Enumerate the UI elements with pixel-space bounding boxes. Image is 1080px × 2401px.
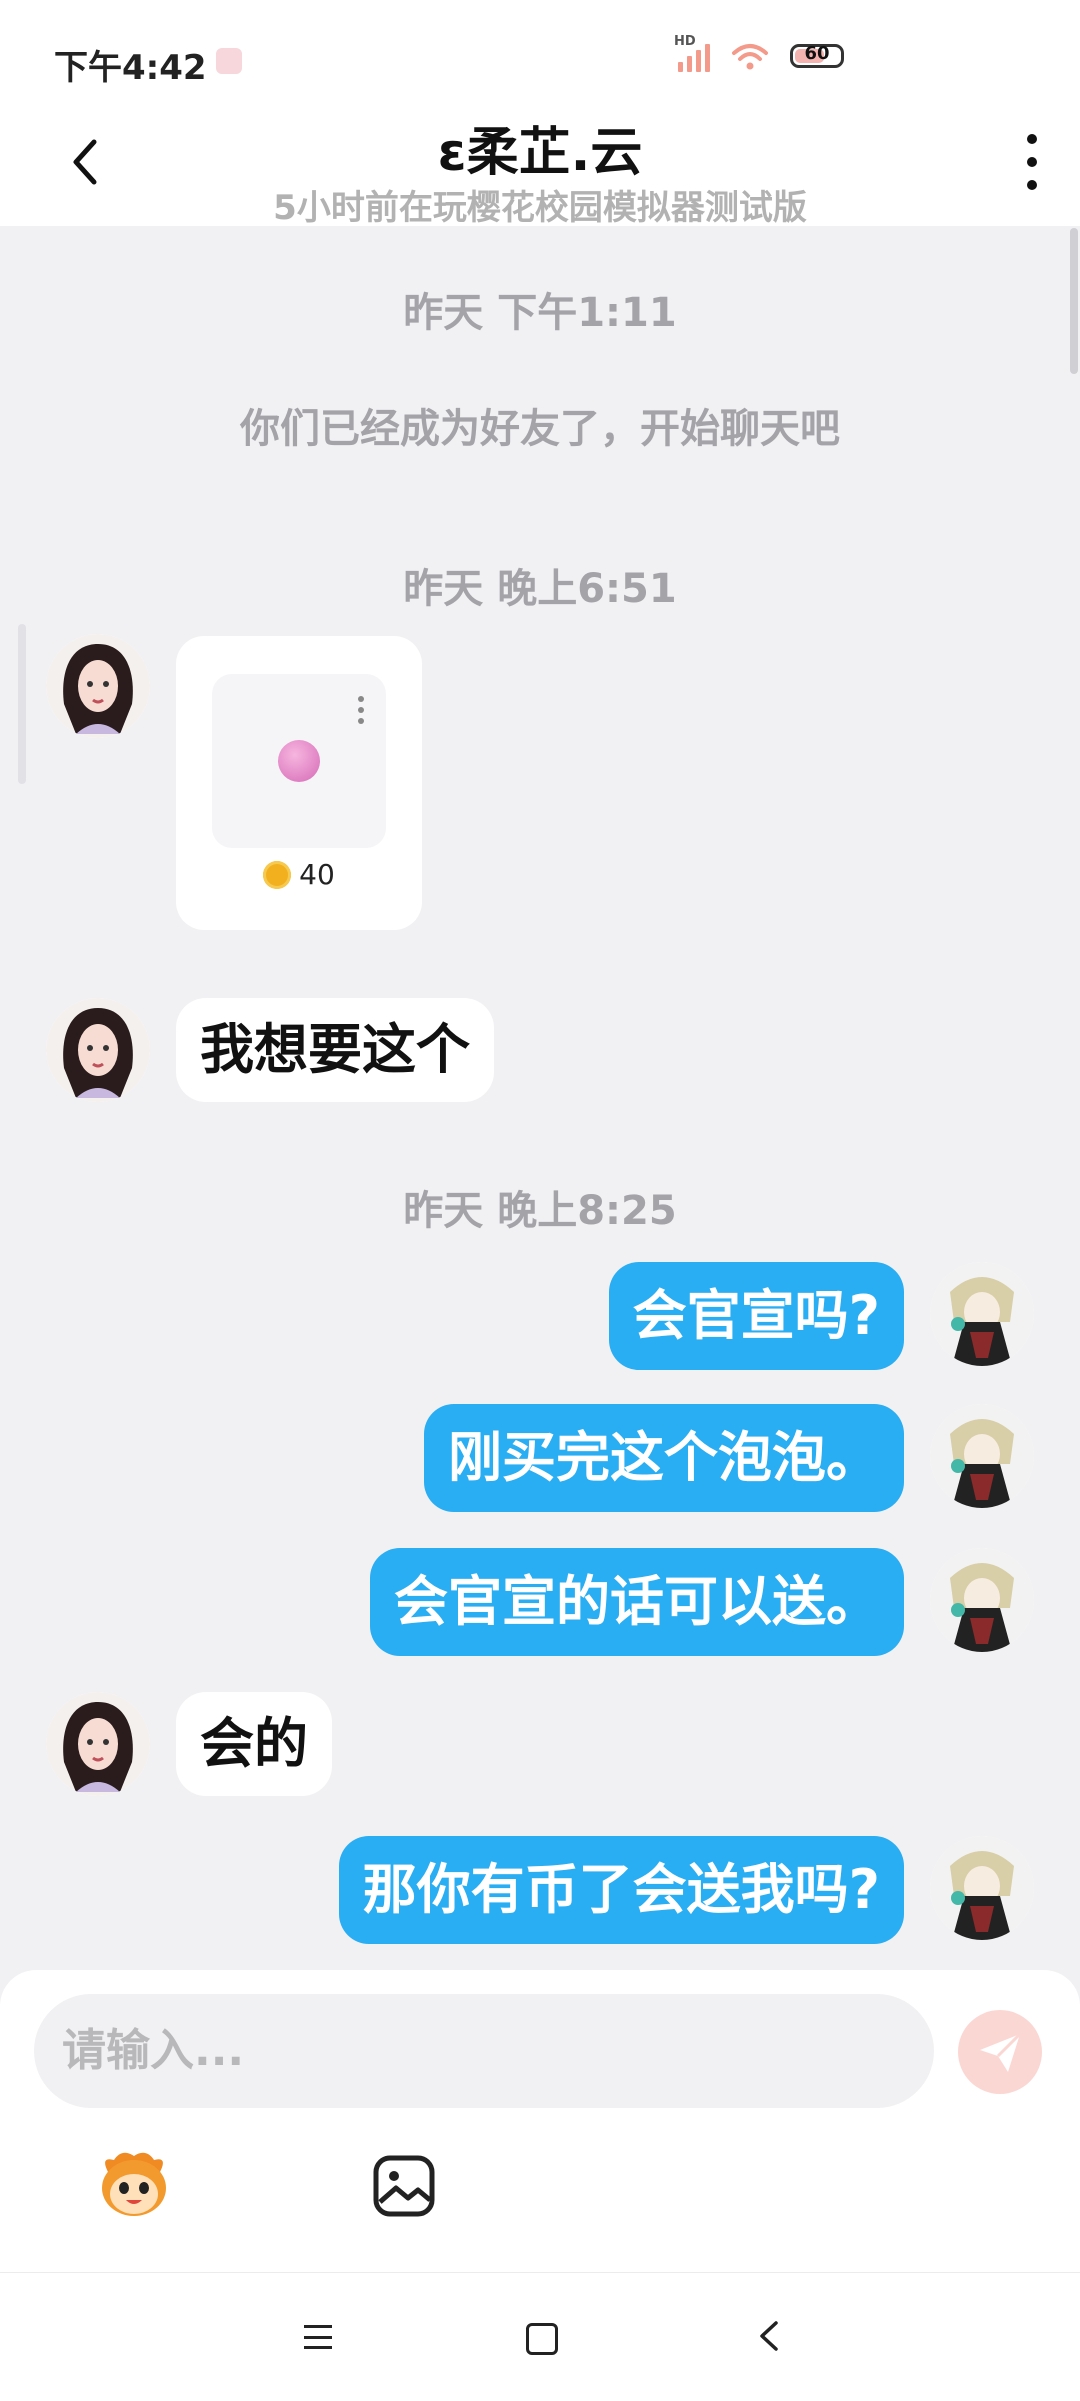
battery-level: 60 [804, 43, 830, 64]
hd-label: HD [674, 34, 696, 49]
emoji-mascot-icon [102, 2152, 166, 2216]
timestamp: 昨天 晚上6:51 [403, 566, 677, 612]
gift-image [212, 674, 386, 848]
signal-icon: HD [674, 34, 710, 72]
edge-indicator [18, 624, 26, 784]
self-avatar[interactable] [930, 1404, 1034, 1508]
back-chevron-icon [760, 2321, 778, 2351]
wifi-icon [730, 41, 770, 71]
image-icon [373, 2155, 435, 2217]
more-button[interactable] [1022, 134, 1042, 190]
chat-header: ε柔芷.云 5小时前在玩樱花校园模拟器测试版 [0, 110, 1080, 228]
message-bubble-sent[interactable]: 会官宣吗? [608, 1262, 904, 1370]
message-bubble-received[interactable]: 我想要这个 [176, 998, 494, 1102]
composer: 请输入... [0, 1970, 1080, 2272]
contact-avatar[interactable] [46, 1692, 150, 1796]
message-list[interactable]: 昨天 下午1:11 你们已经成为好友了，开始聊天吧 昨天 晚上6:51 40 我… [0, 226, 1080, 1970]
gift-price-value: 40 [299, 858, 335, 891]
status-icons: HD 60 [674, 34, 844, 72]
emoji-button[interactable] [94, 2146, 174, 2220]
message-input[interactable]: 请输入... [34, 1994, 934, 2108]
more-vertical-icon [1027, 134, 1037, 144]
contact-avatar[interactable] [46, 634, 150, 738]
coin-icon [263, 861, 292, 889]
system-nav-bar [0, 2272, 1080, 2401]
message-bubble-sent[interactable]: 会官宣的话可以送。 [370, 1548, 904, 1656]
gift-card[interactable]: 40 [176, 636, 422, 930]
status-time: 下午4:42 [54, 48, 207, 88]
message-bubble-sent[interactable]: 那你有币了会送我吗? [338, 1836, 904, 1944]
recent-apps-button[interactable] [304, 2325, 332, 2349]
send-button[interactable] [958, 2010, 1042, 2094]
bubble-item-icon [278, 740, 320, 782]
contact-avatar[interactable] [46, 998, 150, 1102]
system-back-button[interactable] [756, 2319, 782, 2353]
self-avatar[interactable] [930, 1262, 1034, 1366]
self-avatar[interactable] [930, 1836, 1034, 1940]
status-bar: 下午4:42 HD 60 [0, 0, 1080, 110]
timestamp: 昨天 下午1:11 [403, 290, 677, 336]
timestamp: 昨天 晚上8:25 [403, 1188, 677, 1234]
send-icon [980, 2032, 1022, 2072]
notification-icon [216, 48, 242, 74]
gift-menu-icon [358, 696, 364, 724]
contact-status: 5小时前在玩樱花校园模拟器测试版 [273, 188, 807, 228]
home-button[interactable] [526, 2323, 558, 2355]
image-button[interactable] [372, 2154, 436, 2218]
system-message: 你们已经成为好友了，开始聊天吧 [240, 406, 840, 452]
contact-name: ε柔芷.云 [437, 123, 643, 183]
message-bubble-received[interactable]: 会的 [176, 1692, 332, 1796]
message-bubble-sent[interactable]: 刚买完这个泡泡。 [424, 1404, 904, 1512]
self-avatar[interactable] [930, 1548, 1034, 1652]
gift-price: 40 [176, 858, 422, 891]
battery-icon: 60 [790, 43, 844, 68]
